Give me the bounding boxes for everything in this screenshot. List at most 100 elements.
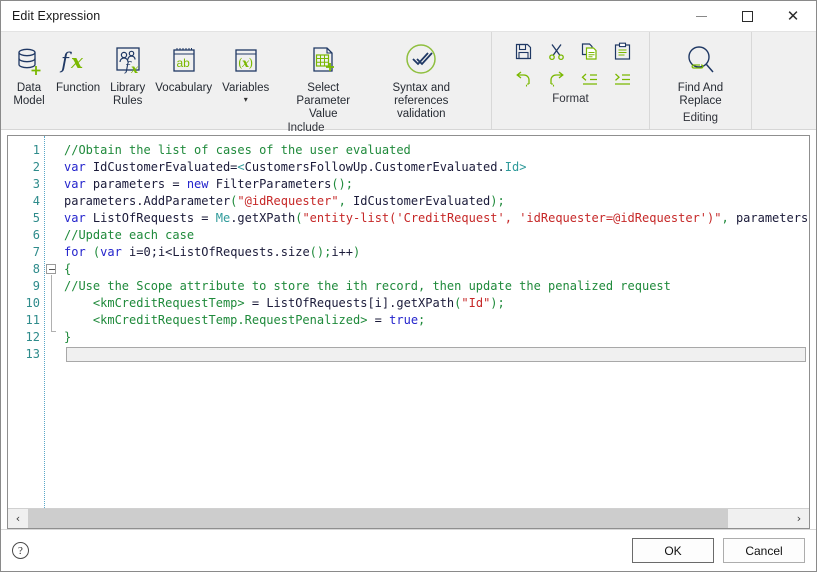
cancel-button[interactable]: Cancel <box>723 538 805 563</box>
scroll-left-button[interactable]: ‹ <box>8 509 28 528</box>
code-line[interactable]: <kmCreditRequestTemp.RequestPenalized> =… <box>64 312 809 329</box>
code-line[interactable]: } <box>64 329 809 346</box>
code-line[interactable]: parameters.AddParameter("@idRequester", … <box>64 193 809 210</box>
library-rules-label: Library Rules <box>110 82 146 107</box>
data-model-label: Data Model <box>13 82 45 107</box>
variables-button[interactable]: ( x ) Variables ▾ <box>217 38 274 104</box>
undo-icon <box>515 70 530 86</box>
variable-x-icon: ( x ) <box>229 40 263 82</box>
indent-button[interactable] <box>607 66 637 92</box>
scissors-icon <box>548 43 564 60</box>
vocabulary-button[interactable]: ab Vocabulary <box>150 38 217 95</box>
ribbon-group-format-label: Format <box>552 93 589 105</box>
maximize-button[interactable] <box>724 1 770 32</box>
cut-button[interactable] <box>541 38 571 64</box>
code-line[interactable]: //Obtain the list of cases of the user e… <box>64 142 809 159</box>
close-button[interactable]: ✕ <box>770 1 816 32</box>
code-line[interactable]: { <box>64 261 809 278</box>
code-folding-column[interactable] <box>44 136 58 508</box>
code-line[interactable]: //Update each case <box>64 227 809 244</box>
collapse-icon[interactable] <box>46 264 56 274</box>
clipboard-icon <box>614 42 630 60</box>
code-line[interactable]: var parameters = new FilterParameters(); <box>64 176 809 193</box>
close-icon: ✕ <box>786 6 800 25</box>
code-token: , <box>338 194 354 208</box>
code-token: ); <box>490 296 505 310</box>
code-token: //Update each case <box>64 228 195 242</box>
code-line[interactable]: for (var i=0;i<ListOfRequests.size();i++… <box>64 244 809 261</box>
chevron-down-icon[interactable]: ▾ <box>244 96 248 104</box>
dialog-footer: ? OK Cancel <box>1 529 816 571</box>
library-rules-button[interactable]: f x Library Rules <box>105 38 150 108</box>
minimize-button[interactable] <box>678 1 724 32</box>
find-and-replace-label: Find And Replace <box>677 82 724 107</box>
code-line[interactable]: <kmCreditRequestTemp> = ListOfRequests[i… <box>64 295 809 312</box>
svg-text:): ) <box>248 56 253 70</box>
fold-toggle-line-8[interactable] <box>45 261 58 332</box>
code-area[interactable]: 1 2 3 4 5 6 7 8 9 10 11 12 13 //Obtain the list of c… <box>8 136 809 508</box>
horizontal-scrollbar[interactable]: ‹ › <box>8 508 809 528</box>
syntax-validation-button[interactable]: Syntax and references validation <box>372 38 470 121</box>
svg-text:x: x <box>130 62 139 76</box>
code-token: (); <box>331 177 354 191</box>
save-icon <box>515 43 531 59</box>
code-token: { <box>64 262 72 276</box>
select-parameter-value-label: Select Parameter Value <box>296 82 351 120</box>
code-token: CustomersFollowUp.CustomerEvaluated. <box>244 160 505 174</box>
minimize-icon <box>695 15 707 17</box>
find-and-replace-button[interactable]: Find And Replace <box>673 38 728 108</box>
code-token: IdCustomerEvaluated <box>353 194 491 208</box>
save-button[interactable] <box>508 38 538 64</box>
select-parameter-value-button[interactable]: Select Parameter Value <box>274 38 372 121</box>
code-token: ListOfRequests = <box>92 211 216 225</box>
code-token: var <box>64 177 93 191</box>
line-number: 3 <box>32 177 40 191</box>
code-line[interactable] <box>64 346 809 363</box>
caret-line-highlight[interactable] <box>66 347 806 362</box>
code-line[interactable]: var ListOfRequests = Me.getXPath("entity… <box>64 210 809 227</box>
expression-editor[interactable]: 1 2 3 4 5 6 7 8 9 10 11 12 13 //Obtain the list of c… <box>7 135 810 529</box>
code-text[interactable]: //Obtain the list of cases of the user e… <box>58 136 809 508</box>
outdent-icon <box>581 73 597 85</box>
code-line[interactable]: //Use the Scope attribute to store the i… <box>64 278 809 295</box>
code-token: "Id" <box>461 296 491 310</box>
code-token: , <box>721 211 736 225</box>
window-title: Edit Expression <box>12 9 101 23</box>
scrollbar-track[interactable] <box>28 509 789 528</box>
footer-buttons: OK Cancel <box>632 538 805 563</box>
window-controls: ✕ <box>678 1 816 32</box>
line-number: 10 <box>25 296 40 310</box>
syntax-validation-label: Syntax and references validation <box>392 82 451 120</box>
code-line[interactable]: var IdCustomerEvaluated=<CustomersFollow… <box>64 159 809 176</box>
line-number: 13 <box>25 347 40 361</box>
scroll-right-button[interactable]: › <box>789 509 809 528</box>
maximize-icon <box>741 10 753 22</box>
code-token: //Use the Scope attribute to store the i… <box>64 279 671 293</box>
ribbon-group-include-label: Include <box>287 122 325 134</box>
ribbon-group-include-items: Data Model f x Function f x Library Rule… <box>1 32 491 121</box>
data-model-button[interactable]: Data Model <box>7 38 51 108</box>
code-token: true <box>389 313 419 327</box>
code-token: <kmCreditRequestTemp.RequestPenalized> <box>92 313 368 327</box>
function-button[interactable]: f x Function <box>51 38 105 95</box>
scrollbar-thumb[interactable] <box>28 509 729 528</box>
code-token: "entity-list('CreditRequest', 'idRequest… <box>302 211 722 225</box>
svg-text:x: x <box>70 49 84 73</box>
ribbon-spacer <box>751 32 816 129</box>
paste-button[interactable] <box>607 38 637 64</box>
line-number: 1 <box>32 143 40 157</box>
copy-button[interactable] <box>574 38 604 64</box>
help-icon[interactable]: ? <box>12 542 29 559</box>
title-bar: Edit Expression ✕ <box>1 1 816 32</box>
indent-icon <box>614 73 630 85</box>
ok-button[interactable]: OK <box>632 538 714 563</box>
undo-button[interactable] <box>508 66 538 92</box>
redo-button[interactable] <box>541 66 571 92</box>
code-token: < <box>237 160 245 174</box>
function-label: Function <box>56 82 101 94</box>
find-replace-icon <box>683 40 719 82</box>
ribbon-group-editing-items: Find And Replace <box>650 32 751 111</box>
outdent-button[interactable] <box>574 66 604 92</box>
line-number: 8 <box>32 262 40 276</box>
